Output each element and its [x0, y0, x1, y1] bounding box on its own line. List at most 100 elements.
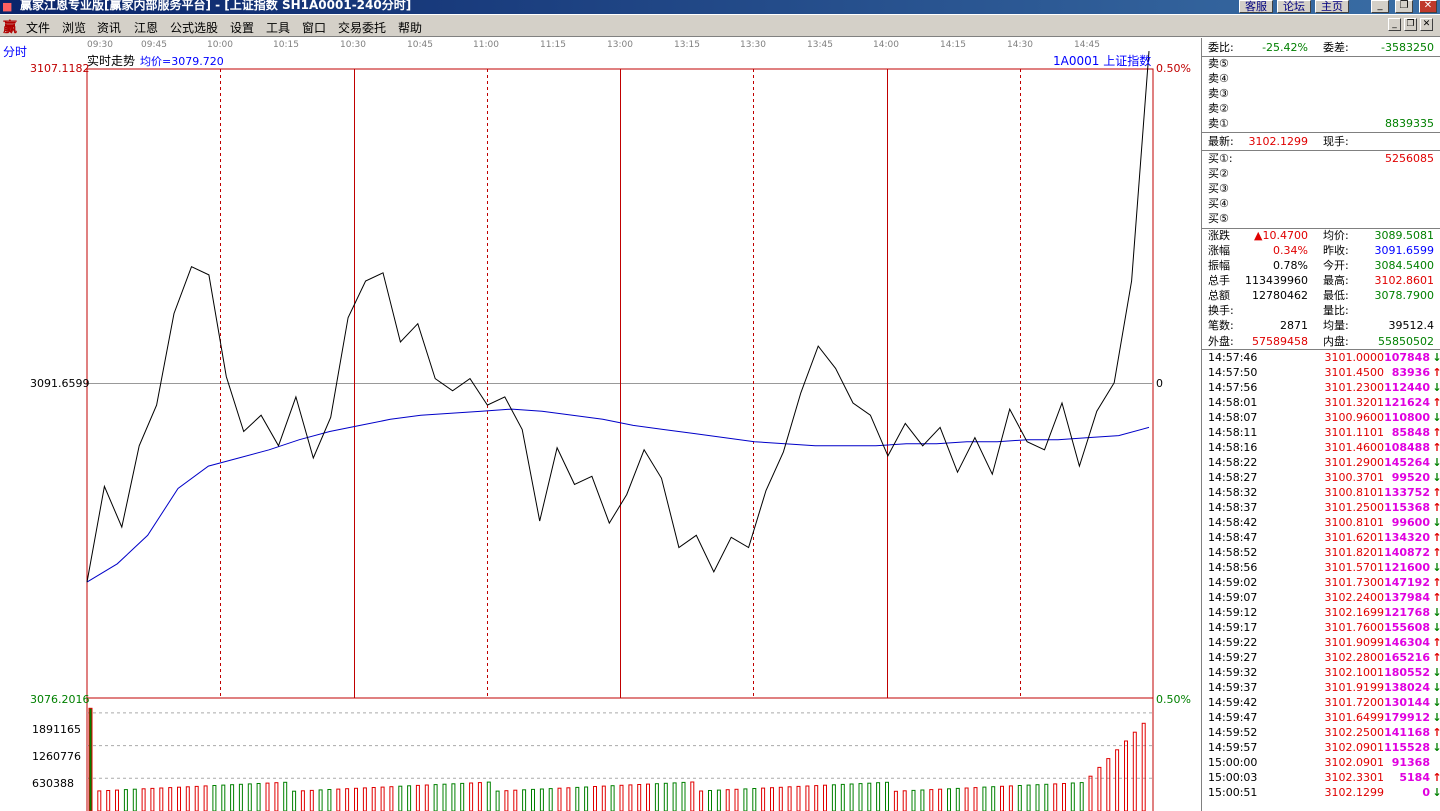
- stat-value: ▲10.4700: [1254, 229, 1308, 242]
- menu-file[interactable]: 文件: [26, 19, 50, 36]
- tick-row: 14:58:52 3101.8201 140872 ↑: [1208, 545, 1440, 560]
- ask-row: 卖① 8839335: [1208, 116, 1436, 131]
- volume-bar: [132, 788, 137, 811]
- tick-row: 14:59:12 3102.1699 121768 ↓: [1208, 605, 1440, 620]
- ask-row: 卖⑤: [1208, 56, 1436, 71]
- tick-volume: 0: [1422, 786, 1430, 799]
- avg-price-label: 均价=3079.720: [140, 55, 224, 68]
- volume-bar: [601, 785, 606, 811]
- menu-browse[interactable]: 浏览: [62, 19, 86, 36]
- tick-time: 14:58:01: [1208, 396, 1258, 409]
- volume-bar: [964, 787, 969, 811]
- mdi-close-button[interactable]: ✕: [1420, 18, 1433, 31]
- menu-tools[interactable]: 工具: [266, 19, 290, 36]
- volume-bar: [1035, 784, 1040, 811]
- volume-bar: [610, 785, 615, 811]
- tick-time: 15:00:51: [1208, 786, 1258, 799]
- tick-row: 14:58:22 3101.2900 145264 ↓: [1208, 455, 1440, 470]
- tick-volume: 85848: [1391, 426, 1430, 439]
- mdi-minimize-button[interactable]: _: [1388, 18, 1401, 31]
- volume-bar: [1053, 783, 1058, 811]
- tick-price: 3101.6499: [1324, 711, 1385, 724]
- menu-trade[interactable]: 交易委托: [338, 19, 386, 36]
- tick-time: 15:00:03: [1208, 771, 1258, 784]
- volume-bar: [415, 784, 420, 811]
- arrow-down-icon: ↓: [1432, 741, 1440, 754]
- volume-bar: [725, 789, 730, 811]
- tick-time: 14:59:32: [1208, 666, 1258, 679]
- volume-bar: [309, 789, 314, 811]
- volume-bar: [947, 788, 951, 811]
- volume-bar: [362, 787, 367, 811]
- tick-price: 3101.5701: [1324, 561, 1385, 574]
- arrow-up-icon: ↑: [1432, 636, 1440, 649]
- volume-bar: [336, 788, 341, 811]
- arrow-down-icon: ↓: [1432, 696, 1440, 709]
- stat-row: 振幅 0.78% 今开: 3084.5400: [1208, 258, 1436, 273]
- arrow-down-icon: ↓: [1432, 456, 1440, 469]
- menu-formula-select[interactable]: 公式选股: [170, 19, 218, 36]
- tick-row: 15:00:03 3102.3301 5184 ↑: [1208, 770, 1440, 785]
- bid-row: 买④: [1208, 196, 1436, 211]
- title-bar: ■ 赢家江恩专业版[赢家内部服务平台] - [上证指数 SH1A0001-240…: [0, 0, 1440, 14]
- arrow-up-icon: ↑: [1432, 426, 1440, 439]
- volume-bar: [708, 790, 712, 811]
- menu-window[interactable]: 窗口: [302, 19, 326, 36]
- volume-bar: [955, 787, 960, 811]
- tick-time: 14:58:22: [1208, 456, 1258, 469]
- menu-settings[interactable]: 设置: [230, 19, 254, 36]
- volume-bar: [371, 787, 376, 811]
- tick-volume: 5184: [1399, 771, 1430, 784]
- volume-bar: [238, 783, 243, 811]
- minimize-button[interactable]: _: [1371, 0, 1389, 13]
- menu-info[interactable]: 资讯: [97, 19, 121, 36]
- stat-value: 39512.4: [1388, 319, 1435, 332]
- volume-bar: [699, 790, 704, 811]
- price-axis-bottom: 3076.2016: [30, 693, 90, 706]
- volume-bar: [486, 781, 491, 811]
- mdi-restore-button[interactable]: ❐: [1404, 18, 1417, 31]
- arrow-up-icon: ↑: [1432, 546, 1440, 559]
- tick-price: 3102.2400: [1324, 591, 1385, 604]
- close-button[interactable]: ✕: [1419, 0, 1437, 13]
- intraday-chart[interactable]: [0, 38, 1200, 811]
- tick-row: 14:59:02 3101.7300 147192 ↑: [1208, 575, 1440, 590]
- stat-value: 0.34%: [1273, 244, 1308, 257]
- tick-price: 3100.8101: [1324, 516, 1385, 529]
- inner-volume-label: 内盘:: [1323, 335, 1349, 348]
- tick-price: 3101.2300: [1324, 381, 1385, 394]
- arrow-down-icon: ↓: [1432, 666, 1440, 679]
- volume-bar: [150, 787, 155, 811]
- tick-volume: 147192: [1384, 576, 1430, 589]
- stat-label: 涨跌: [1208, 229, 1230, 242]
- tick-price: 3101.8201: [1324, 546, 1385, 559]
- app-logo-icon: 赢: [3, 20, 17, 36]
- volume-bar: [1062, 783, 1066, 811]
- volume-bar: [168, 787, 173, 811]
- tick-volume: 137984: [1384, 591, 1430, 604]
- forum-button[interactable]: 论坛: [1277, 0, 1311, 13]
- volume-bar: [716, 789, 721, 811]
- menu-gann[interactable]: 江恩: [134, 19, 158, 36]
- volume-bar: [1141, 722, 1146, 811]
- customer-service-button[interactable]: 客服: [1239, 0, 1273, 13]
- volume-bar: [1008, 785, 1013, 811]
- pct-axis-top: 0.50%: [1156, 62, 1191, 75]
- menu-help[interactable]: 帮助: [398, 19, 422, 36]
- volume-bar: [867, 782, 872, 811]
- tick-volume: 110800: [1384, 411, 1430, 424]
- arrow-down-icon: ↓: [1432, 711, 1440, 724]
- tick-row: 14:57:50 3101.4500 83936 ↑: [1208, 365, 1440, 380]
- tick-volume: 165216: [1384, 651, 1430, 664]
- restore-button[interactable]: ❐: [1395, 0, 1413, 13]
- weicha-label: 委差:: [1323, 41, 1349, 54]
- volume-bar: [938, 788, 943, 811]
- bid-label: 买①:: [1208, 152, 1233, 165]
- tick-price: 3101.4500: [1324, 366, 1385, 379]
- stat-value: 3102.8601: [1374, 274, 1435, 287]
- volume-bar: [318, 789, 323, 811]
- stat-row: 笔数: 2871 均量: 39512.4: [1208, 318, 1436, 333]
- latest-label: 最新:: [1208, 135, 1234, 148]
- outer-volume-value: 57589458: [1252, 335, 1308, 348]
- home-button[interactable]: 主页: [1315, 0, 1349, 13]
